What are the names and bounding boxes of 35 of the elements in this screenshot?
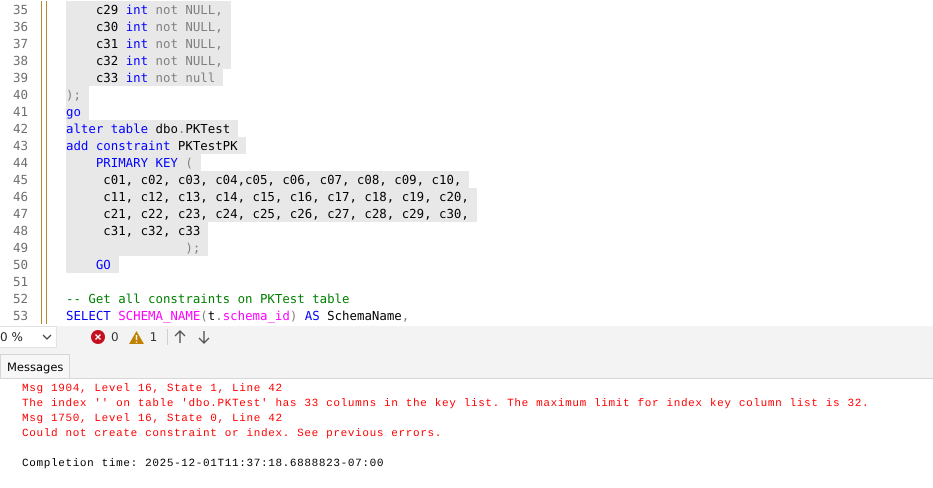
message-line: Msg 1750, Level 16, State 0, Line 42 <box>22 412 284 427</box>
line-number: 45 <box>12 172 28 187</box>
error-icon <box>91 330 105 344</box>
line-number: 52 <box>12 291 28 306</box>
line-number: 37 <box>12 36 28 51</box>
arrow-up-icon[interactable] <box>174 330 186 344</box>
zoom-dropdown[interactable]: 0 % <box>0 326 57 348</box>
line-number: 35 <box>12 2 28 17</box>
line-number: 48 <box>12 223 28 238</box>
line-number: 43 <box>12 138 28 153</box>
line-number: 50 <box>12 257 28 272</box>
line-number: 51 <box>12 274 28 289</box>
message-line: The index '' on table 'dbo.PKTest' has 33 columns in the key list. The maximum limit for index key column list is 32. <box>22 397 870 412</box>
line-number: 44 <box>12 155 28 170</box>
line-number: 42 <box>12 121 28 136</box>
line-number: 39 <box>12 70 28 85</box>
line-number: 36 <box>12 19 28 34</box>
messages-tab[interactable]: Messages <box>0 354 70 378</box>
line-number: 46 <box>12 189 28 204</box>
line-number: 53 <box>12 308 28 323</box>
message-line: Msg 1904, Level 16, State 1, Line 42 <box>22 382 284 397</box>
line-number: 40 <box>12 87 28 102</box>
line-number: 47 <box>12 206 28 221</box>
error-count: 0 <box>111 330 119 344</box>
line-number: 41 <box>12 104 28 119</box>
arrow-down-icon[interactable] <box>198 330 210 344</box>
message-line: Completion time: 2025-12-01T11:37:18.6888823-07:00 <box>22 457 386 472</box>
message-line: Could not create constraint or index. See previous errors. <box>22 427 443 442</box>
line-number: 38 <box>12 53 28 68</box>
warning-icon <box>128 330 144 344</box>
code-line: -- Get all constraints on PKTest table <box>66 290 350 307</box>
line-number: 49 <box>12 240 28 255</box>
warning-count: 1 <box>150 330 158 344</box>
caret-icon <box>42 334 52 340</box>
code-line: SELECT SCHEMA_NAME(t.schema_id) AS SchemaName, <box>66 307 410 324</box>
